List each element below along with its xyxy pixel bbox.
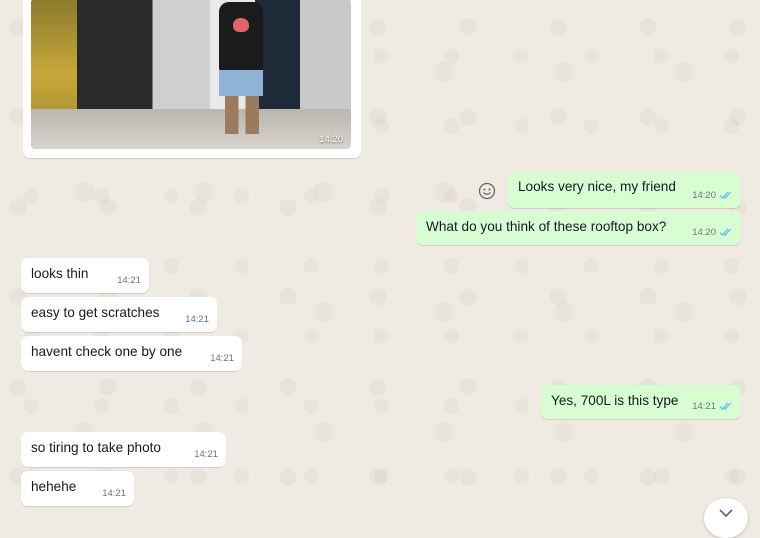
message-time: 14:20 [692, 227, 716, 238]
emoji-smiley-icon [478, 182, 496, 200]
message-bubble-in[interactable]: looks thin 14:21 [21, 258, 149, 293]
emoji-reaction-button[interactable] [476, 180, 498, 202]
message-photo[interactable]: 14:20 [31, 0, 351, 149]
message-text: What do you think of these rooftop box? [426, 219, 667, 234]
message-time: 14:21 [194, 449, 218, 460]
double-check-icon [719, 228, 731, 237]
message-text: hehehe [31, 479, 77, 494]
message-time: 14:21 [117, 275, 141, 286]
message-text: so tiring to take photo [31, 440, 161, 455]
message-bubble-out[interactable]: Looks very nice, my friend 14:20 [508, 171, 741, 208]
double-check-icon [719, 402, 731, 411]
message-bubble-in[interactable]: so tiring to take photo 14:21 [21, 432, 226, 467]
message-bubble-out[interactable]: What do you think of these rooftop box? … [416, 211, 741, 245]
message-bubble-in[interactable]: easy to get scratches 14:21 [21, 297, 217, 332]
message-time: 14:20 [692, 190, 716, 201]
message-bubble-in[interactable]: hehehe 14:21 [21, 471, 134, 506]
message-time: 14:21 [210, 353, 234, 364]
message-time: 14:20 [319, 134, 343, 145]
message-text: Yes, 700L is this type [551, 393, 679, 408]
message-time: 14:21 [185, 314, 209, 325]
message-text: looks thin [31, 266, 89, 281]
message-text: havent check one by one [31, 344, 183, 359]
scroll-to-bottom-button[interactable] [704, 498, 748, 538]
message-text: easy to get scratches [31, 305, 160, 320]
double-check-icon [719, 191, 731, 200]
image-message[interactable]: 14:20 [23, 0, 361, 158]
message-text: Looks very nice, my friend [518, 179, 676, 194]
message-bubble-out[interactable]: Yes, 700L is this type 14:21 [541, 385, 741, 419]
message-time: 14:21 [692, 401, 716, 412]
chevron-down-icon [719, 509, 733, 518]
message-bubble-in[interactable]: havent check one by one 14:21 [21, 336, 242, 371]
message-time: 14:21 [102, 488, 126, 499]
